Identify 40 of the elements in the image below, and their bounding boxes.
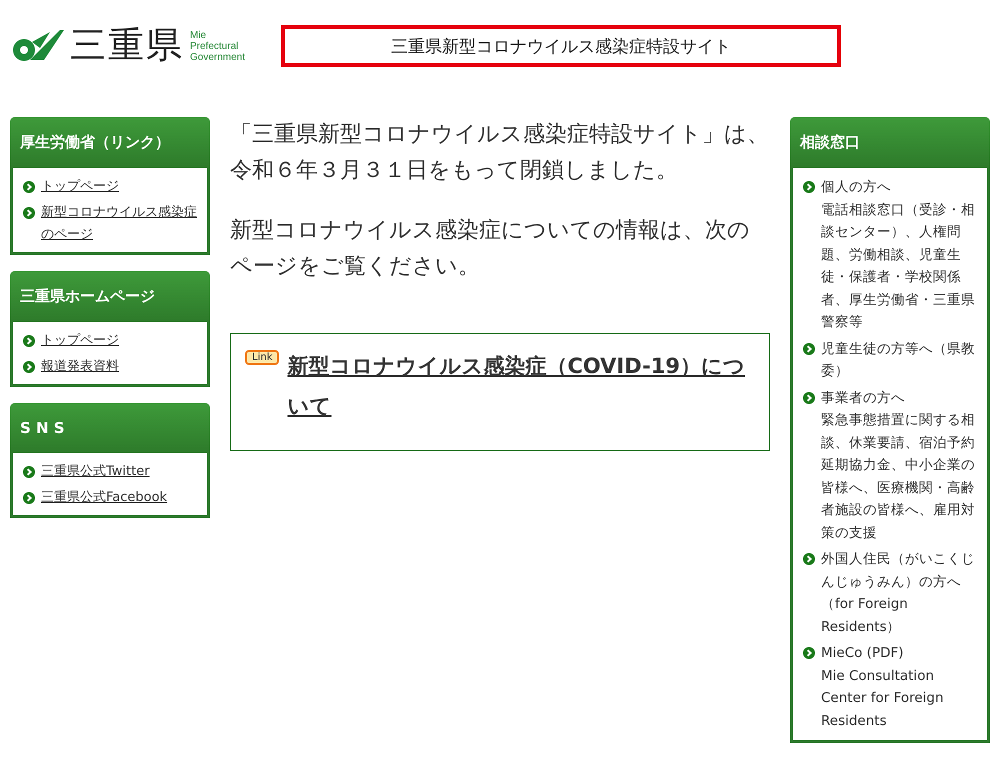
sidebar-link[interactable]: 三重県公式Twitter [41,461,150,483]
consultation-link[interactable]: 個人の方へ [821,176,979,198]
consultation-detail: 緊急事態措置に関する相談、休業要請、宿泊予約延期協力金、中小企業の皆様へ、医療機関・高齢者施設の皆様へ、雇用対策の支援 [821,411,976,542]
chevron-icon [23,207,35,219]
chevron-icon [803,647,815,659]
chevron-icon [803,553,815,565]
consultation-link[interactable]: 事業者の方へ [821,386,979,409]
logo-icon [10,28,64,64]
sidebar-link[interactable]: 新型コロナウイルス感染症のページ [41,202,199,246]
logo-text: 三重県 [70,26,184,66]
chevron-icon [23,181,35,193]
logo-subtitle: Prefectural [190,40,240,52]
consultation-detail: 電話相談窓口（受診・相談センター）、人権問題、労働相談、児童生徒・保護者・学校関係者、厚生労働省・三重県警察等 [821,200,976,332]
logo-subtitle: Mie [190,30,208,40]
sidebar-link[interactable]: トップページ [41,176,119,198]
panel-title: 相談窓口 [790,117,990,168]
consultation-detail: （for Foreign Residents） [821,595,909,636]
sidebar-link[interactable]: 三重県公式Facebook [41,487,168,509]
consultation-link[interactable]: 外国人住民（がいこくじんじゅうみん）の方へ [821,548,979,593]
chevron-icon [803,392,815,404]
chevron-icon [23,361,35,373]
sidebar-link[interactable]: トップページ [41,330,119,352]
consultation-link[interactable]: MieCo (PDF) [821,642,979,664]
notice-text: 「三重県新型コロナウイルス感染症特設サイト」は、令和６年３月３１日をもって閉鎖しました。 [230,121,770,185]
chevron-icon [803,342,815,354]
panel-title: 三重県ホームページ [10,271,210,322]
panel-title: 厚生労働省（リンク） [10,117,210,168]
sidebar-link[interactable]: 報道発表資料 [41,356,119,378]
consultation-detail: Mie Consultation Center for Foreign Residents [821,666,945,730]
covid-link[interactable]: 新型コロナウイルス感染症（COVID-19）について [287,346,749,426]
logo-subtitle: Government [190,52,246,62]
chevron-icon [23,335,35,347]
link-badge: Link [245,350,280,365]
notice-text: 新型コロナウイルス感染症についての情報は、次のページをご覧ください。 [230,217,751,281]
site-title: 三重県新型コロナウイルス感染症特設サイト [281,25,842,67]
consultation-link[interactable]: 児童生徒の方等へ（県教委） [821,338,979,382]
chevron-icon [803,181,815,193]
panel-title: S N S [10,403,210,453]
chevron-icon [23,466,35,478]
chevron-icon [23,492,35,504]
